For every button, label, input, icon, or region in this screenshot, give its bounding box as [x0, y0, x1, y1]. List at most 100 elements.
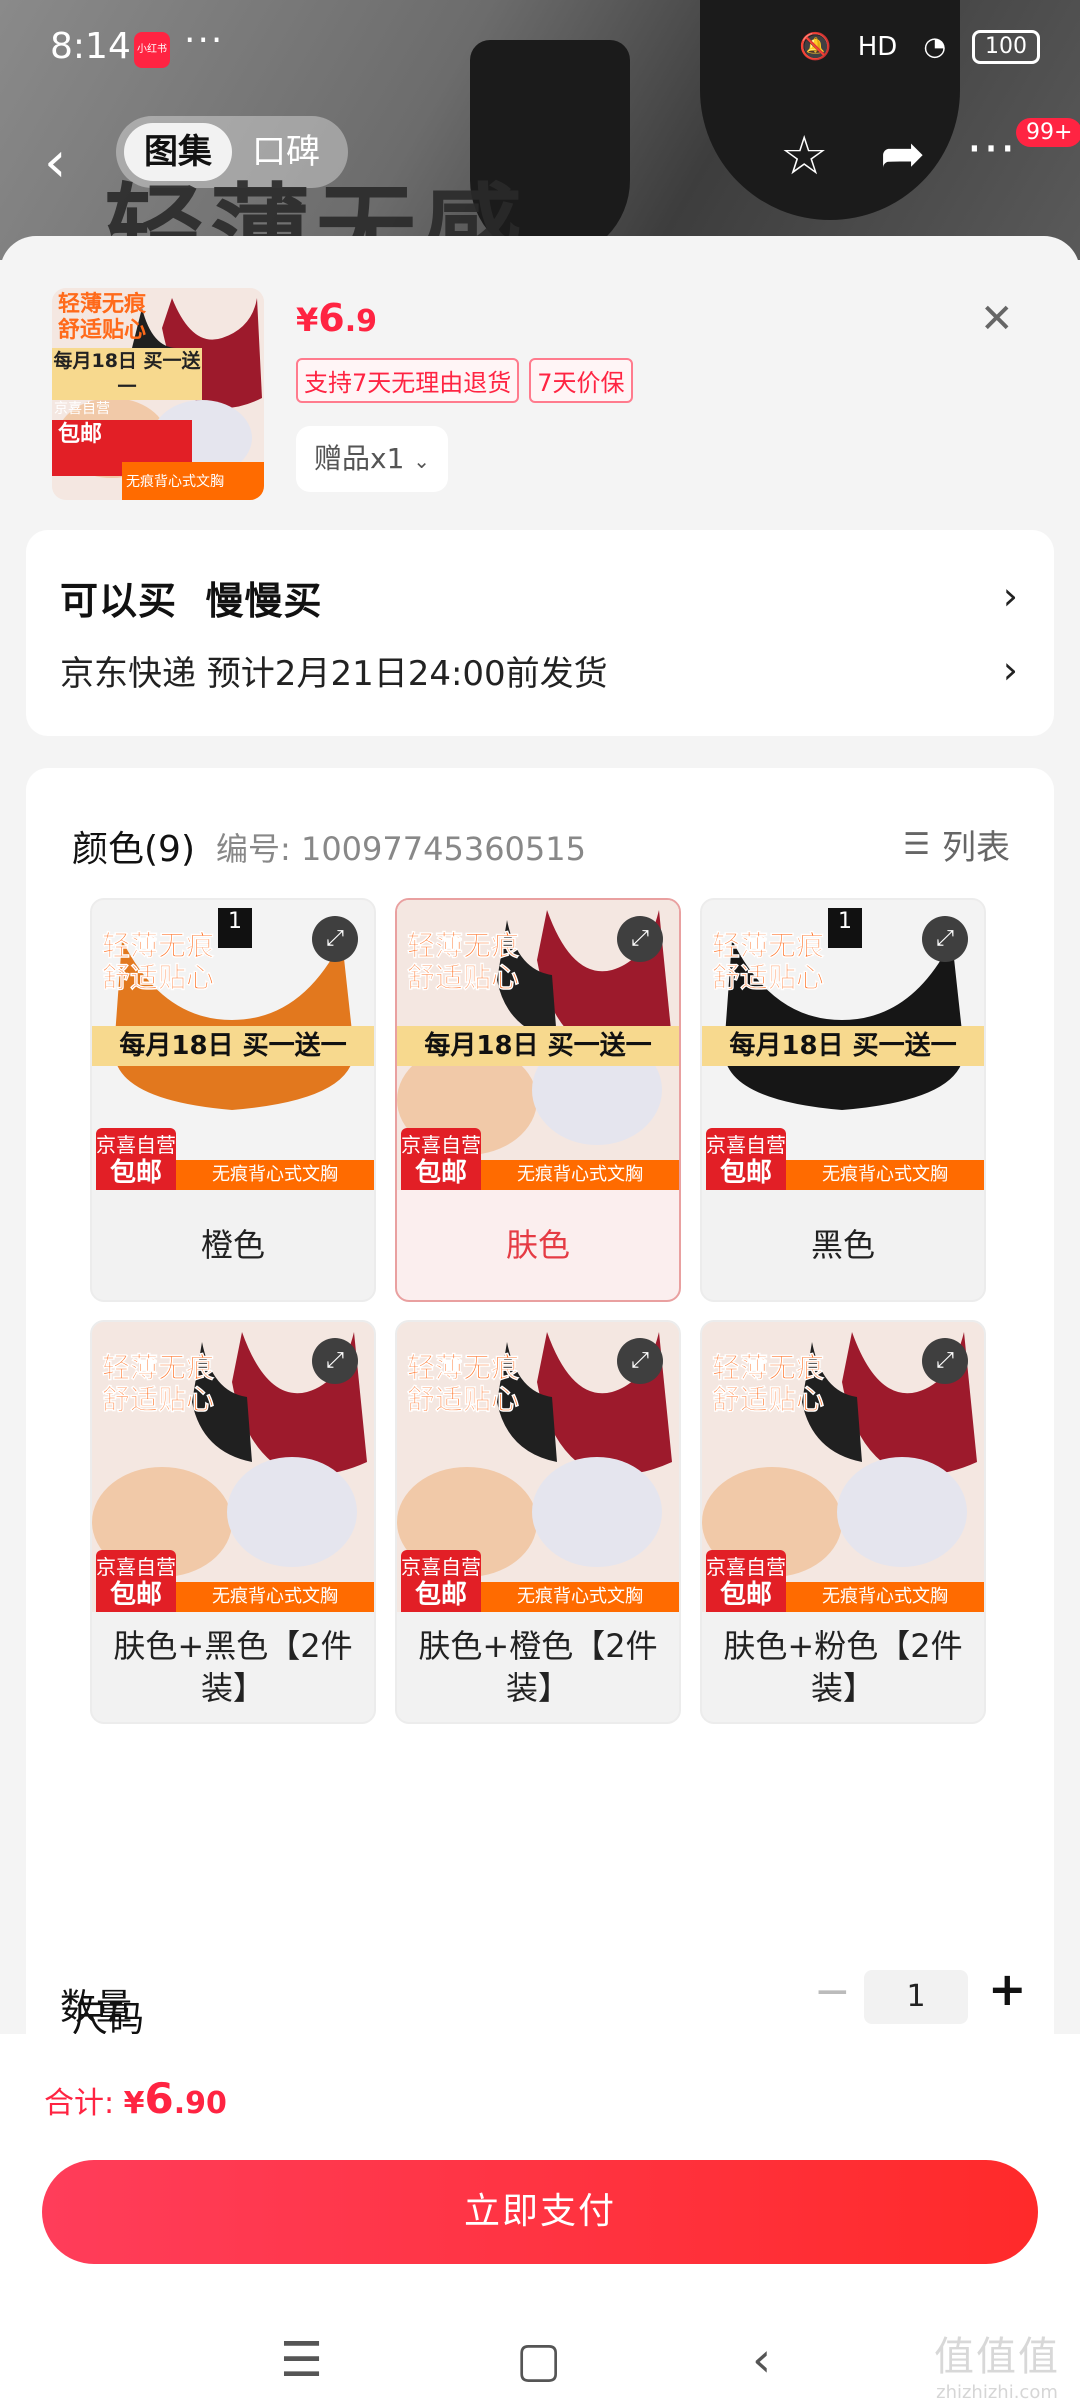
list-icon: ☰ — [903, 827, 930, 862]
list-view-button[interactable]: ☰ 列表 — [903, 820, 1010, 869]
close-icon[interactable]: ✕ — [980, 296, 1014, 342]
back-icon[interactable]: ‹ — [44, 130, 66, 195]
label-wrap: 肤色+粉色【2件装】 — [702, 1612, 984, 1722]
color-option-label: 橙色 — [200, 1226, 265, 1264]
more-icon[interactable]: ⋯ — [966, 118, 1016, 176]
watermark-url: zhizhizhi.com — [936, 2382, 1058, 2400]
thumb-badge-bottom: 包邮 — [58, 422, 103, 447]
color-option-tile[interactable]: 轻薄无痕 舒适贴心 ⤢ 京喜自营 包邮 无痕背心式文胸 肤色+黑色【2件装】 — [90, 1320, 376, 1724]
label-wrap: 肤色 — [397, 1190, 679, 1300]
product-type-bar: 无痕背心式文胸 — [481, 1582, 679, 1612]
status-bar: 8:14 小红书 ··· 🔕 HD ◔ 100 — [0, 0, 1080, 96]
free-shipping-badge: 京喜自营 包邮 — [96, 1128, 176, 1190]
delivery-estimate[interactable]: 京东快递 预计2月21日24:00前发货 — [60, 646, 608, 695]
status-time: 8:14 — [50, 26, 131, 67]
color-option-label: 黑色 — [810, 1226, 875, 1264]
free-shipping-badge: 京喜自营 包邮 — [401, 1550, 481, 1612]
color-option-image: 轻薄无痕 舒适贴心 ⤢ 京喜自营 包邮 无痕背心式文胸 — [397, 1322, 679, 1612]
free-shipping-badge: 京喜自营 包邮 — [401, 1128, 481, 1190]
price-decimal: .9 — [344, 304, 377, 339]
product-price: ¥6.9 — [296, 296, 377, 340]
service-tags: 支持7天无理由退货 7天价保 — [296, 358, 633, 403]
shipping-card: 可以买 慢慢买 › 京东快递 预计2月21日24:00前发货 › — [26, 530, 1054, 736]
color-option-image: 轻薄无痕 舒适贴心 ⤢ 京喜自营 包邮 无痕背心式文胸 — [702, 1322, 984, 1612]
label-wrap: 肤色+黑色【2件装】 — [92, 1612, 374, 1722]
free-shipping-badge: 京喜自营 包邮 — [706, 1128, 786, 1190]
color-option-tile[interactable]: 轻薄无痕 舒适贴心每月18日 买一送一 1 ⤢ 京喜自营 包邮 无痕背心式文胸橙色 — [90, 898, 376, 1302]
color-option-tile[interactable]: 轻薄无痕 舒适贴心 ⤢ 京喜自营 包邮 无痕背心式文胸肤色+橙色【2件装】 — [395, 1320, 681, 1724]
menu-icon[interactable]: ☰ — [280, 2332, 323, 2388]
expand-icon[interactable]: ⤢ — [617, 916, 663, 962]
badge-top-text: 京喜自营 — [706, 1133, 786, 1157]
battery-icon: 100 — [972, 30, 1040, 64]
image-title: 轻薄无痕 舒适贴心 — [407, 929, 520, 994]
badge-top-text: 京喜自营 — [96, 1133, 176, 1157]
system-nav-bar: ☰ ▢ ‹ — [0, 2324, 1080, 2400]
promo-banner: 每月18日 买一送一 — [702, 1026, 984, 1066]
quantity-input[interactable]: 1 — [864, 1970, 968, 2024]
product-type-bar: 无痕背心式文胸 — [176, 1160, 374, 1190]
color-option-label: 肤色 — [505, 1226, 570, 1264]
quantity-increase-button[interactable]: + — [988, 1962, 1027, 2016]
pay-now-button[interactable]: 立即支付 — [42, 2160, 1038, 2264]
promo-banner: 每月18日 买一送一 — [92, 1026, 374, 1066]
expand-icon[interactable]: ⤢ — [617, 1338, 663, 1384]
gift-selector[interactable]: 赠品x1 ⌄ — [296, 426, 449, 492]
wifi-icon: ◔ — [923, 32, 946, 62]
total-integer: 6 — [144, 2074, 174, 2123]
tag-7day-return[interactable]: 支持7天无理由退货 — [296, 358, 520, 403]
status-icons: 🔕 HD ◔ 100 — [799, 30, 1040, 64]
list-view-label: 列表 — [942, 828, 1010, 868]
image-title: 轻薄无痕 舒适贴心 — [712, 1351, 825, 1416]
product-type-bar: 无痕背心式文胸 — [176, 1582, 374, 1612]
expand-icon[interactable]: ⤢ — [312, 916, 358, 962]
home-icon[interactable]: ▢ — [516, 2332, 561, 2388]
total-label: 合计: — [44, 2086, 124, 2121]
badge-bottom-text: 包邮 — [719, 1580, 772, 1610]
color-option-image: 轻薄无痕 舒适贴心 ⤢ 京喜自营 包邮 无痕背心式文胸 — [92, 1322, 374, 1612]
badge-bottom-text: 包邮 — [414, 1158, 467, 1188]
chevron-right-icon[interactable]: › — [1003, 574, 1018, 618]
gift-label: 赠品x1 — [314, 442, 405, 475]
piece-count-badge: 1 — [218, 908, 252, 948]
image-title: 轻薄无痕 舒适贴心 — [712, 929, 825, 994]
product-thumbnail[interactable]: 轻薄无痕 舒适贴心 每月18日 买一送一 京喜自营 包邮 无痕背心式文胸 — [52, 288, 264, 500]
thumb-promo: 每月18日 买一送一 — [52, 348, 202, 400]
thumb-bar: 无痕背心式文胸 — [126, 474, 224, 490]
badge-top-text: 京喜自营 — [401, 1555, 481, 1579]
chevron-right-icon[interactable]: › — [1003, 648, 1018, 692]
color-option-image: 轻薄无痕 舒适贴心 每月18日 买一送一 ⤢ 京喜自营 包邮 无痕背心式文胸 — [397, 900, 679, 1190]
badge-top-text: 京喜自营 — [96, 1555, 176, 1579]
color-option-tile[interactable]: 轻薄无痕 舒适贴心 ⤢ 京喜自营 包邮 无痕背心式文胸 肤色+粉色【2件装】 — [700, 1320, 986, 1724]
quantity-label: 数量 — [60, 1987, 133, 2028]
color-section-title: 颜色(9) — [72, 829, 195, 870]
tag-price-protect[interactable]: 7天价保 — [529, 358, 633, 403]
background-page: 8:14 小红书 ··· 🔕 HD ◔ 100 ‹ 图集 口碑 轻薄无感 ☆ ➦… — [0, 0, 1080, 260]
expand-icon[interactable]: ⤢ — [922, 916, 968, 962]
color-option-label: 肤色+橙色【2件装】 — [418, 1627, 658, 1707]
color-option-tile[interactable]: 轻薄无痕 舒适贴心 每月18日 买一送一 1 ⤢ 京喜自营 包邮 无痕背心式文胸 黑色 — [700, 898, 986, 1302]
options-card: 颜色(9) 编号: 10097745360515 ☰ 列表 轻薄无痕 舒适贴心每… — [26, 768, 1054, 2168]
watermark-logo: 值值值 — [934, 2334, 1060, 2380]
image-title: 轻薄无痕 舒适贴心 — [102, 929, 215, 994]
free-shipping-badge: 京喜自营 包邮 — [96, 1550, 176, 1612]
share-icon[interactable]: ➦ — [880, 122, 925, 185]
back-nav-icon[interactable]: ‹ — [752, 2332, 771, 2388]
expand-icon[interactable]: ⤢ — [922, 1338, 968, 1384]
image-title: 轻薄无痕 舒适贴心 — [407, 1351, 520, 1416]
price-currency: ¥ — [296, 301, 319, 339]
color-option-tile[interactable]: 轻薄无痕 舒适贴心 每月18日 买一送一 ⤢ 京喜自营 包邮 无痕背心式文胸 肤色 — [395, 898, 681, 1302]
order-total: 合计: ¥6.90 — [44, 2074, 227, 2123]
badge-bottom-text: 包邮 — [109, 1158, 162, 1188]
quantity-decrease-button[interactable]: − — [814, 1966, 851, 2017]
badge-bottom-text: 包邮 — [109, 1580, 162, 1610]
mute-icon: 🔕 — [799, 32, 832, 62]
star-icon[interactable]: ☆ — [780, 124, 828, 187]
expand-icon[interactable]: ⤢ — [312, 1338, 358, 1384]
thumb-title: 轻薄无痕 舒适贴心 — [58, 292, 147, 343]
piece-count-badge: 1 — [828, 908, 862, 948]
label-wrap: 黑色 — [702, 1190, 984, 1300]
sku-number: 编号: 10097745360515 — [216, 830, 586, 868]
image-title: 轻薄无痕 舒适贴心 — [102, 1351, 215, 1416]
installment-row[interactable]: 可以买 慢慢买 — [60, 570, 322, 625]
